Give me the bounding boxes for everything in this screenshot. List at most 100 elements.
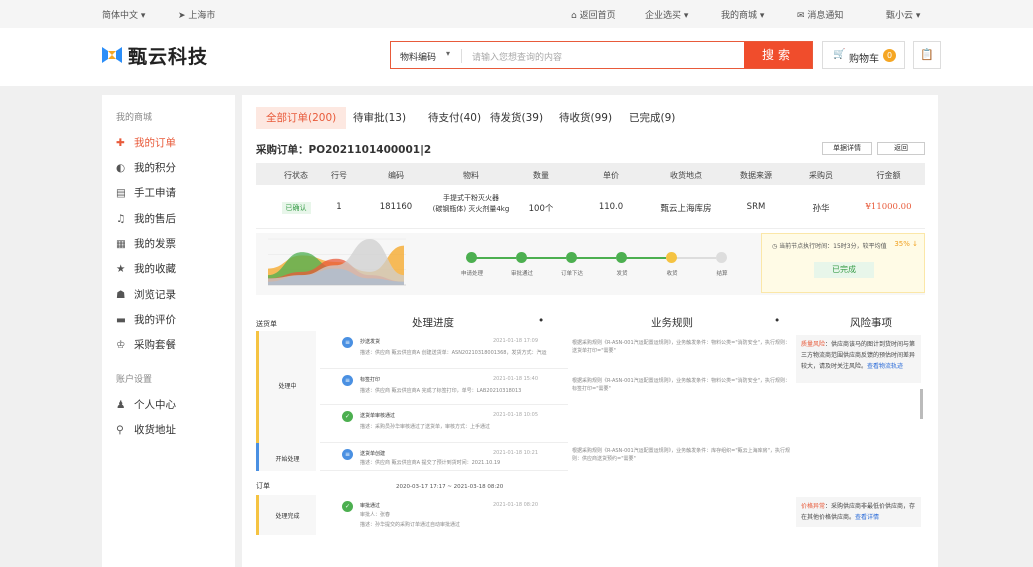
chevron-down-icon[interactable]: ▾ xyxy=(446,49,450,58)
cart-count-badge: 0 xyxy=(883,49,896,62)
sidebar-item-orders[interactable]: ✚ 我的订单 xyxy=(116,135,176,150)
stage-completed: 处理完成 xyxy=(256,495,316,535)
risk-link[interactable]: 查看物流轨迹 xyxy=(867,363,903,370)
step-label: 发货 xyxy=(616,271,628,277)
execution-time-percent: 35% ↓ xyxy=(894,240,918,248)
step-connector xyxy=(676,257,716,259)
step-done-icon xyxy=(566,252,577,263)
language-label: 简体中文 xyxy=(102,11,139,21)
step-label: 审批通过 xyxy=(510,271,533,277)
delivery-note-label: 送货单 xyxy=(256,320,277,328)
execution-time-text: ◷ 当前节点执行时间：15时3分，较平均值 xyxy=(772,243,887,250)
back-button[interactable]: 返回 xyxy=(877,142,925,155)
process-name: 送货单审核通过 xyxy=(360,413,396,419)
my-mall-menu[interactable]: 我的商城 ▾ xyxy=(721,8,764,21)
process-item[interactable]: ≡ 抄送发货 2021-01-18 17:09 描述：供应商 甄云供应商A 创建… xyxy=(320,331,568,369)
language-selector[interactable]: 简体中文 ▾ xyxy=(102,8,145,21)
sidebar-item-history[interactable]: ☗ 浏览记录 xyxy=(116,287,176,302)
search-divider xyxy=(461,49,462,63)
sidebar-item-label: 我的积分 xyxy=(134,162,176,174)
cart-icon: 🛒 xyxy=(833,49,846,60)
tab-pending-approval[interactable]: 待审批(13) xyxy=(343,107,416,129)
process-date: 2021-01-18 10:05 xyxy=(492,412,538,418)
cart-label: 购物车 xyxy=(849,54,879,65)
sidebar-item-packages[interactable]: ♔ 采购套餐 xyxy=(116,337,176,352)
tab-completed[interactable]: 已完成(9) xyxy=(619,107,685,129)
process-date: 2021-01-18 10:21 xyxy=(492,450,538,456)
process-date: 2021-01-18 17:09 xyxy=(492,338,538,344)
sidebar-item-label: 我的订单 xyxy=(134,137,176,149)
search-category-select[interactable]: 物料编码 xyxy=(400,50,436,63)
process-text: 审批人：张春 xyxy=(360,512,391,518)
sidebar-item-profile[interactable]: ♟ 个人中心 xyxy=(116,397,176,412)
col-status: 行状态 xyxy=(284,171,308,180)
basket-icon: ♔ xyxy=(116,339,126,351)
completed-badge: 已完成 xyxy=(814,262,874,278)
col-source: 数据来源 xyxy=(740,171,772,180)
home-icon: ⌂ xyxy=(571,11,577,21)
location-selector[interactable]: ➤ 上海市 xyxy=(178,8,215,21)
sidebar-item-label: 个人中心 xyxy=(134,399,176,411)
brand-name[interactable]: 甄云科技 xyxy=(128,42,208,69)
sidebar-item-points[interactable]: ◐ 我的积分 xyxy=(116,160,176,175)
tab-pending-receipt[interactable]: 待收货(99) xyxy=(549,107,622,129)
points-icon: ◐ xyxy=(116,162,126,174)
enterprise-menu[interactable]: 企业选买 ▾ xyxy=(645,8,688,21)
risk-card-price: 价格异常：采购供应商非最低价供应商，存在其他价格供应商。查看详情 xyxy=(796,497,921,527)
order-flow-area: 申请处理 审批通过 订单下达 发货 收货 结算 ◷ 当前节点执行时间：15时3分，较平均值… xyxy=(256,233,925,295)
risk-link[interactable]: 查看详情 xyxy=(855,514,879,521)
message-icon: ✉ xyxy=(797,11,805,21)
home-link[interactable]: ⌂ 返回首页 xyxy=(571,8,616,21)
step-connector xyxy=(476,257,516,259)
sidebar-item-label: 我的发票 xyxy=(134,238,176,250)
tab-all-orders[interactable]: 全部订单(200) xyxy=(256,107,347,129)
search-button[interactable]: 搜索 xyxy=(744,42,812,68)
sidebar-item-favorites[interactable]: ★ 我的收藏 xyxy=(116,261,176,276)
row-buyer-cell: 孙华 xyxy=(812,204,830,214)
order-number: 采购订单：PO2021101400001|2 xyxy=(256,144,432,156)
table-row[interactable]: 已确认 1 181160 手提式干粉灭火器 (碳钢瓶体) 灭火剂量4kg 100个… xyxy=(256,185,925,229)
order-section-label: 订单 xyxy=(256,482,270,490)
user-menu[interactable]: 甄小云 ▾ xyxy=(886,8,920,21)
user-icon: ♟ xyxy=(116,399,126,411)
scrollbar-thumb[interactable] xyxy=(920,389,923,419)
top-utility-bar: 简体中文 ▾ ➤ 上海市 ⌂ 返回首页 企业选买 ▾ 我的商城 ▾ ✉ 消息通知… xyxy=(0,0,1033,28)
step-label: 收货 xyxy=(666,271,678,277)
sidebar-section-mall: 我的商城 xyxy=(116,113,153,123)
step-label: 结算 xyxy=(716,271,728,277)
sidebar-item-after-sales[interactable]: ♫ 我的售后 xyxy=(116,211,176,226)
process-text: 描述：孙华提交的采购订单通过自动审批通过 xyxy=(360,522,461,528)
col-amount: 行金额 xyxy=(876,171,901,180)
process-item[interactable]: ✓ 审批通过 2021-01-18 08:20 审批人：张春 描述：孙华提交的采… xyxy=(320,495,568,535)
sidebar-item-label: 浏览记录 xyxy=(134,289,176,301)
chevron-down-icon: ▾ xyxy=(759,11,765,21)
col-code: 编码 xyxy=(388,171,404,180)
home-label: 返回首页 xyxy=(579,11,616,21)
row-qty-cell: 100个 xyxy=(528,204,554,214)
clipboard-icon[interactable]: 📋 xyxy=(913,41,941,69)
process-item[interactable]: ≡ 送货单创建 2021-01-18 10:21 描述：供应商 甄云供应商A 提… xyxy=(320,443,568,471)
col-material: 物料 xyxy=(463,171,479,180)
cart-button[interactable]: 🛒 购物车 0 xyxy=(822,41,905,69)
notice-label: 消息通知 xyxy=(807,11,844,21)
order-detail-button[interactable]: 单据详情 xyxy=(822,142,872,155)
sidebar-item-label: 收货地址 xyxy=(134,424,176,436)
process-item[interactable]: ≡ 标签打印 2021-01-18 15:40 描述：供应商 甄云供应商A 完成… xyxy=(320,369,568,405)
brand-logo-icon[interactable] xyxy=(102,45,122,65)
process-item[interactable]: ✓ 送货单审核通过 2021-01-18 10:05 描述：采购员孙华审核通过了… xyxy=(320,405,568,443)
footprint-icon: ☗ xyxy=(116,289,126,301)
notice-link[interactable]: ✉ 消息通知 xyxy=(797,8,843,21)
sidebar-item-label: 我的售后 xyxy=(134,213,176,225)
tab-pending-shipment[interactable]: 待发货(39) xyxy=(480,107,553,129)
search-input[interactable]: 请输入您想查询的内容 xyxy=(472,50,562,63)
sidebar-item-address[interactable]: ⚲ 收货地址 xyxy=(116,422,176,437)
sidebar-item-manual-apply[interactable]: ▤ 手工申请 xyxy=(116,185,176,200)
step-done-icon xyxy=(616,252,627,263)
col-price: 单价 xyxy=(603,171,619,180)
execution-time-label: 当前节点执行时间：15时3分，较平均值 xyxy=(779,243,887,250)
sidebar-item-invoices[interactable]: ▦ 我的发票 xyxy=(116,236,176,251)
process-text: 描述：供应商 甄云供应商A 完成了标签打印，单号：LAB20210318013 xyxy=(360,388,522,394)
sidebar-item-reviews[interactable]: ▬ 我的评价 xyxy=(116,312,176,327)
business-rule: 根据采购规则《R-ASN-001汽运配置运规则》，业务触发条件：物料公类="消防… xyxy=(572,378,790,392)
step-label: 申请处理 xyxy=(460,271,483,277)
